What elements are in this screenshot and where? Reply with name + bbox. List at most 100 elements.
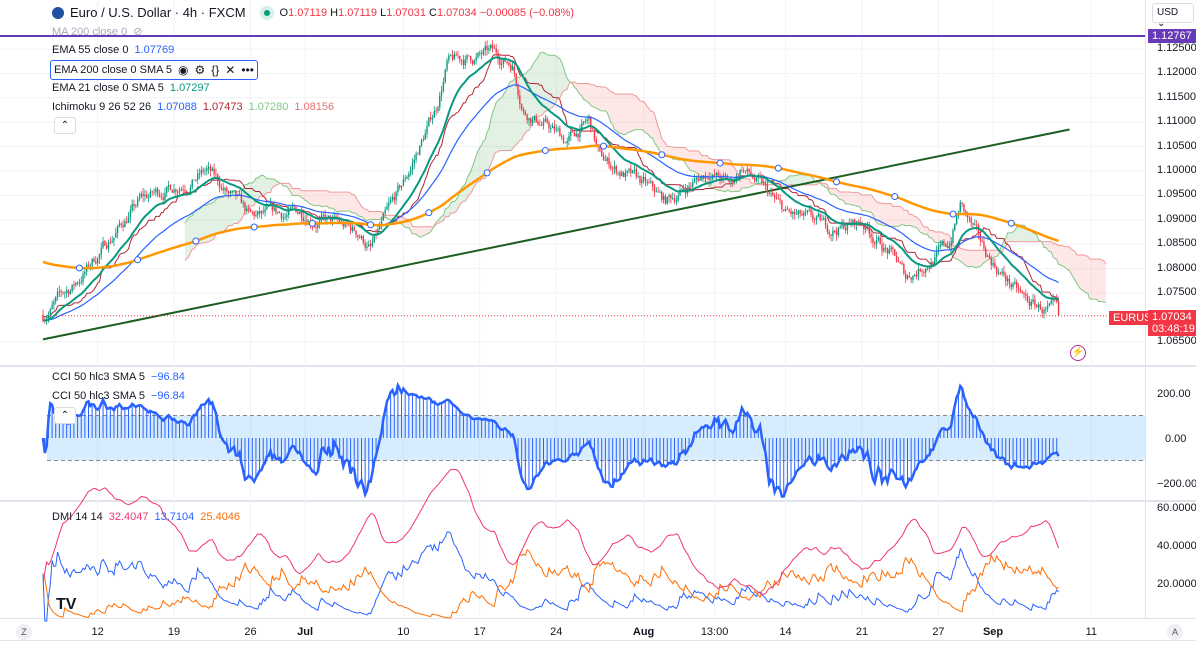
collapse-cci-button[interactable]: ⌃	[54, 407, 76, 424]
gear-icon[interactable]: ⚙	[195, 63, 206, 77]
candle-body	[575, 133, 577, 137]
timezone-button[interactable]: Z	[16, 624, 32, 640]
ema200-marker	[192, 237, 200, 245]
candle-body	[226, 188, 228, 192]
price-axis-border	[1145, 0, 1146, 618]
hline-price-tag: 1.12767	[1148, 29, 1196, 43]
candle-body	[284, 216, 286, 218]
candle-body	[972, 223, 974, 225]
candle-body	[668, 195, 670, 198]
cci-legend[interactable]: CCI 50 hlc3 SMA 5 −96.84	[52, 371, 185, 383]
candle-body	[58, 290, 61, 292]
candle-body	[200, 169, 203, 174]
ema200-marker	[833, 178, 841, 186]
candle-body	[1041, 309, 1043, 314]
candle-body	[784, 209, 787, 211]
candle-body	[355, 230, 357, 236]
candle-body	[260, 210, 263, 214]
more-icon[interactable]: •••	[241, 63, 254, 77]
candle-body	[635, 169, 638, 177]
candle-body	[662, 196, 665, 200]
time-axis-label: 21	[855, 626, 869, 638]
candle-body	[806, 210, 809, 212]
candle-body	[1014, 282, 1016, 284]
candle-body	[146, 194, 148, 198]
candle-body	[439, 95, 441, 108]
candle-body	[571, 131, 574, 133]
candle-body	[131, 203, 133, 211]
auto-scale-button[interactable]: A	[1167, 624, 1183, 640]
candle-body	[222, 187, 224, 191]
symbol-title[interactable]: Euro / U.S. Dollar · 4h · FXCM	[70, 5, 246, 20]
candle-body	[233, 190, 235, 192]
candle-body	[69, 291, 71, 294]
candle-body	[812, 214, 814, 220]
candle-body	[897, 260, 900, 263]
candle-body	[890, 247, 892, 250]
candle-body	[357, 235, 359, 237]
candle-body	[797, 210, 799, 214]
chart-canvas[interactable]	[0, 0, 1196, 651]
ema200-legend[interactable]: EMA 200 close 0 SMA 5 ◉ ⚙{} ✕ •••	[50, 60, 258, 80]
time-axis-label: 11	[1085, 626, 1098, 638]
candle-body	[948, 246, 951, 248]
candle-body	[133, 203, 135, 206]
candle-body	[672, 198, 674, 199]
candle-body	[657, 191, 659, 193]
candle-body	[353, 227, 355, 231]
candle-body	[610, 165, 612, 169]
candle-body	[291, 206, 294, 208]
dmi-axis-label: 40.0000	[1157, 540, 1196, 552]
candle-body	[550, 128, 552, 129]
candle-body	[247, 208, 250, 210]
ema21-legend[interactable]: EMA 21 close 0 SMA 5 1.07297	[52, 82, 210, 94]
candle-body	[775, 197, 778, 199]
candle-body	[633, 169, 636, 171]
ema200-marker	[250, 223, 258, 231]
candle-body	[300, 211, 303, 218]
dmi-legend[interactable]: DMI 14 14 32.4047 13.7104 25.4046	[52, 511, 240, 523]
candle-body	[1003, 271, 1005, 276]
candle-body	[781, 200, 783, 210]
cci-legend-2[interactable]: CCI 50 hlc3 SMA 5 −96.84	[52, 390, 185, 402]
candle-body	[748, 168, 750, 172]
candle-body	[1030, 301, 1032, 306]
candle-body	[198, 173, 201, 175]
candle-body	[388, 202, 390, 207]
hidden-eye-icon[interactable]: ⊘	[133, 25, 142, 38]
candle-body	[1048, 303, 1051, 306]
candle-body	[995, 267, 998, 274]
candle-body	[764, 183, 767, 185]
price-axis-label: 1.12000	[1157, 66, 1196, 79]
candle-body	[140, 193, 142, 198]
candle-body	[542, 121, 545, 126]
source-code-icon[interactable]: {}	[211, 63, 219, 77]
ma200-legend[interactable]: MA 200 close 0 ⊘	[52, 25, 142, 39]
candle-body	[115, 232, 117, 238]
eye-icon[interactable]: ◉	[178, 63, 188, 77]
candle-body	[513, 66, 516, 74]
candle-body	[823, 218, 825, 220]
ichimoku-legend[interactable]: Ichimoku 9 26 52 26 1.07088 1.07473 1.07280…	[52, 101, 334, 113]
close-icon[interactable]: ✕	[225, 63, 235, 77]
ema55-legend[interactable]: EMA 55 close 0 1.07769	[52, 44, 174, 56]
price-axis-label: 1.08000	[1157, 261, 1196, 274]
lightning-icon[interactable]: ⚡	[1070, 345, 1086, 361]
candle-body	[608, 157, 610, 166]
candle-body	[64, 292, 66, 294]
candle-body	[626, 170, 628, 173]
candle-body	[874, 242, 876, 244]
collapse-legend-button[interactable]: ⌃	[54, 117, 76, 134]
candle-body	[118, 223, 121, 226]
ema200-marker	[75, 264, 83, 272]
candle-body	[535, 115, 537, 121]
tradingview-logo[interactable]: TV	[56, 596, 76, 614]
candle-body	[480, 52, 483, 55]
candle-body	[824, 218, 827, 226]
candle-body	[530, 118, 532, 123]
currency-select[interactable]: USD ⌄	[1152, 3, 1194, 29]
candle-body	[448, 55, 450, 61]
candle-body	[790, 211, 792, 215]
candle-body	[358, 236, 361, 239]
ema200-marker	[716, 159, 724, 167]
